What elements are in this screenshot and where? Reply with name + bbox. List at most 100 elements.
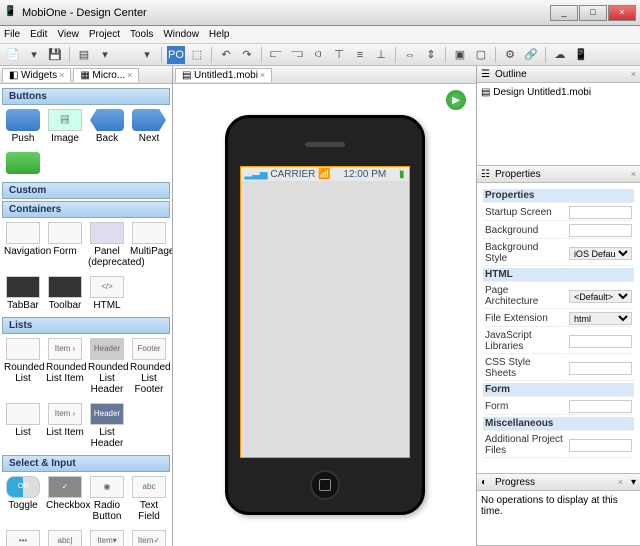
widget-selectlistitem[interactable]: Item✓Select List Item <box>130 530 168 546</box>
close-icon[interactable]: × <box>127 70 132 80</box>
apple-icon[interactable] <box>117 46 135 64</box>
window-titlebar: 📱 MobiOne - Design Center _ □ × <box>0 0 640 26</box>
close-icon[interactable]: × <box>59 70 64 80</box>
align-right-icon[interactable]: ⫏ <box>309 46 327 64</box>
close-button[interactable]: × <box>608 5 636 21</box>
new-icon[interactable]: 📄 <box>4 46 22 64</box>
menu-icon[interactable]: ▾ <box>631 477 636 488</box>
widget-custom[interactable] <box>4 152 42 176</box>
front-icon[interactable]: ▣ <box>451 46 469 64</box>
save-icon[interactable]: 💾 <box>46 46 64 64</box>
widget-tabbar[interactable]: TabBar <box>4 276 42 311</box>
clock-label: 12:00 PM <box>343 169 386 180</box>
widget-toolbar[interactable]: Toolbar <box>46 276 84 311</box>
widget-rlist[interactable]: Rounded List <box>4 338 42 395</box>
landscape-icon[interactable]: ⬚ <box>188 46 206 64</box>
cloud-icon[interactable]: ☁ <box>551 46 569 64</box>
widget-navigation[interactable]: Navigation <box>4 222 42 268</box>
close-icon[interactable]: × <box>618 477 623 487</box>
widget-radio[interactable]: ◉Radio Button <box>88 476 126 522</box>
status-bar: ▂▃▅ CARRIER 📶 12:00 PM ▮ <box>241 167 409 181</box>
tab-micro[interactable]: ▦Micro...× <box>73 68 139 82</box>
select-header[interactable]: Select & Input <box>2 455 170 472</box>
widget-textarea[interactable]: abc|Text Area <box>46 530 84 546</box>
widget-textfield[interactable]: abcText Field <box>130 476 168 522</box>
device-drop-icon[interactable]: ▾ <box>96 46 114 64</box>
gear-icon[interactable]: ⚙ <box>501 46 519 64</box>
custom-header[interactable]: Custom <box>2 182 170 199</box>
menu-file[interactable]: File <box>4 29 20 40</box>
widget-back[interactable]: Back <box>88 109 126 144</box>
menu-help[interactable]: Help <box>209 29 230 40</box>
widget-list[interactable]: List <box>4 403 42 449</box>
tab-widgets[interactable]: ◧Widgets× <box>2 68 71 82</box>
portrait-icon[interactable]: PO <box>167 46 185 64</box>
menu-edit[interactable]: Edit <box>30 29 47 40</box>
addfiles-input[interactable] <box>569 439 632 452</box>
close-icon[interactable]: × <box>631 169 636 179</box>
widget-rlistftr[interactable]: FooterRounded List Footer <box>130 338 168 395</box>
phone-icon[interactable]: 📱 <box>572 46 590 64</box>
menu-view[interactable]: View <box>57 29 79 40</box>
back-icon[interactable]: ▢ <box>472 46 490 64</box>
home-button[interactable] <box>310 470 340 500</box>
redo-icon[interactable]: ↷ <box>238 46 256 64</box>
css-input[interactable] <box>569 362 632 375</box>
widget-push[interactable]: Push <box>4 109 42 144</box>
widget-next[interactable]: Next <box>130 109 168 144</box>
widget-listhdr[interactable]: HeaderList Header <box>88 403 126 449</box>
form-input[interactable] <box>569 400 632 413</box>
fileext-select[interactable]: html <box>569 312 632 325</box>
widget-password[interactable]: •••Password Field <box>4 530 42 546</box>
run-button[interactable]: ▶ <box>446 90 466 110</box>
maximize-button[interactable]: □ <box>579 5 607 21</box>
containers-header[interactable]: Containers <box>2 201 170 218</box>
widget-html[interactable]: </>HTML <box>88 276 126 311</box>
widget-rlistitem[interactable]: Item ›Rounded List Item <box>46 338 84 395</box>
bgstyle-select[interactable]: iOS Default (stripes) <box>569 247 632 260</box>
widget-palette: Buttons Push 🏞Image Back Next Custom Con… <box>0 84 172 546</box>
align-center-icon[interactable]: ⫎ <box>288 46 306 64</box>
undo-icon[interactable]: ↶ <box>217 46 235 64</box>
platform-drop-icon[interactable]: ▾ <box>138 46 156 64</box>
align-bottom-icon[interactable]: ⊥ <box>372 46 390 64</box>
background-input[interactable] <box>569 224 632 237</box>
device-icon[interactable]: ▤ <box>75 46 93 64</box>
widget-selectlist[interactable]: Item▾Select List <box>88 530 126 546</box>
link-icon[interactable]: 🔗 <box>522 46 540 64</box>
widget-checkbox[interactable]: ✓Checkbox <box>46 476 84 522</box>
design-canvas[interactable]: ▶ ▂▃▅ CARRIER 📶 12:00 PM ▮ <box>173 84 476 546</box>
widget-form[interactable]: Form <box>46 222 84 268</box>
close-icon[interactable]: × <box>631 69 636 79</box>
device-screen[interactable]: ▂▃▅ CARRIER 📶 12:00 PM ▮ <box>240 166 410 458</box>
outline-icon: ☰ <box>481 69 491 79</box>
widget-listitem[interactable]: Item ›List Item <box>46 403 84 449</box>
widget-panel[interactable]: Panel (deprecated) <box>88 222 126 268</box>
align-top-icon[interactable]: ⊤ <box>330 46 348 64</box>
properties-table: Properties Startup Screen Background Bac… <box>481 187 636 460</box>
menu-project[interactable]: Project <box>89 29 120 40</box>
close-icon[interactable]: × <box>260 70 265 80</box>
dist-v-icon[interactable]: ⇕ <box>422 46 440 64</box>
align-left-icon[interactable]: ⫍ <box>267 46 285 64</box>
startup-input[interactable] <box>569 206 632 219</box>
buttons-header[interactable]: Buttons <box>2 88 170 105</box>
widget-image[interactable]: 🏞Image <box>46 109 84 144</box>
menu-window[interactable]: Window <box>163 29 199 40</box>
align-middle-icon[interactable]: ≡ <box>351 46 369 64</box>
menu-bar: File Edit View Project Tools Window Help <box>0 26 640 44</box>
jslib-input[interactable] <box>569 335 632 348</box>
window-buttons: _ □ × <box>550 5 636 21</box>
pagearch-select[interactable]: <Default> <box>569 290 632 303</box>
widget-multipage[interactable]: MultiPage <box>130 222 168 268</box>
menu-tools[interactable]: Tools <box>130 29 153 40</box>
lists-header[interactable]: Lists <box>2 317 170 334</box>
widget-rlisthdr[interactable]: HeaderRounded List Header <box>88 338 126 395</box>
dist-h-icon[interactable]: ⇔ <box>401 46 419 64</box>
new-drop-icon[interactable]: ▾ <box>25 46 43 64</box>
widget-toggle[interactable]: ONToggle <box>4 476 42 522</box>
carrier-label: ▂▃▅ CARRIER 📶 <box>245 169 331 180</box>
minimize-button[interactable]: _ <box>550 5 578 21</box>
outline-root[interactable]: ▤ Design Untitled1.mobi <box>481 87 591 98</box>
editor-tab[interactable]: ▤Untitled1.mobi× <box>175 68 272 82</box>
